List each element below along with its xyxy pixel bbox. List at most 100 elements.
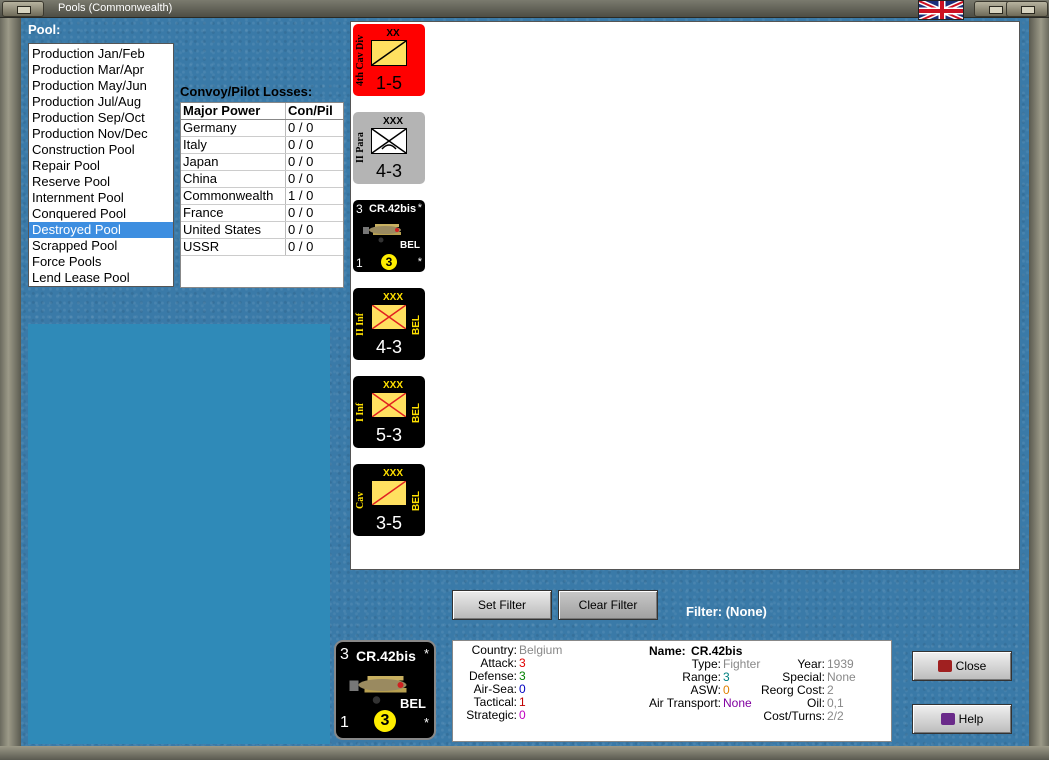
pool-item[interactable]: Force Pools bbox=[29, 254, 173, 270]
unit-strength: 1-5 bbox=[375, 73, 402, 93]
unit-size: XX bbox=[386, 28, 400, 39]
major-power-cell: Italy bbox=[181, 137, 286, 153]
uk-flag-icon bbox=[918, 0, 964, 20]
cavalry-symbol-icon bbox=[371, 40, 407, 66]
unit-counter-ii-para[interactable]: II Para XXX 4-3 bbox=[353, 112, 425, 184]
unit-strength: 4-3 bbox=[375, 337, 402, 357]
detail-key: Strategic: bbox=[466, 708, 517, 722]
title-bar: Pools (Commonwealth) bbox=[0, 0, 1049, 20]
nation-code: BEL bbox=[400, 240, 420, 251]
pool-list[interactable]: Production Jan/Feb Production Mar/Apr Prod… bbox=[28, 43, 174, 287]
unit-counter-cav[interactable]: Cav XXX BEL 3-5 bbox=[353, 464, 425, 536]
major-power-cell: Japan bbox=[181, 154, 286, 170]
frame-right bbox=[1029, 18, 1049, 760]
help-button[interactable]: Help bbox=[912, 704, 1012, 734]
set-filter-button[interactable]: Set Filter bbox=[452, 590, 552, 620]
con-pil-cell: 0 / 0 bbox=[288, 120, 314, 135]
column-header-major-power[interactable]: Major Power bbox=[181, 103, 286, 119]
units-panel[interactable]: 4th Cav Div XX 1-5 II Para XXX 4-3 3 CR.… bbox=[350, 21, 1020, 570]
unit-name-key: Name: bbox=[649, 644, 686, 658]
major-power-cell: USSR bbox=[181, 239, 286, 255]
pool-item[interactable]: Lend Lease Pool bbox=[29, 270, 173, 286]
air-range-badge: 3 bbox=[374, 710, 396, 732]
unit-counter-4th-cav-div[interactable]: 4th Cav Div XX 1-5 bbox=[353, 24, 425, 96]
con-pil-cell: 1 / 0 bbox=[288, 188, 314, 203]
close-label: Close bbox=[955, 659, 987, 673]
pool-item[interactable]: Conquered Pool bbox=[29, 206, 173, 222]
cavalry-symbol-icon bbox=[371, 480, 407, 506]
help-label: Help bbox=[958, 712, 984, 726]
major-power-cell: Germany bbox=[181, 120, 286, 136]
pool-item[interactable]: Repair Pool bbox=[29, 158, 173, 174]
door-icon bbox=[937, 660, 952, 672]
book-icon bbox=[940, 713, 955, 725]
unit-strength: 4-3 bbox=[375, 161, 402, 181]
con-pil-cell: 0 / 0 bbox=[288, 137, 314, 152]
window-menu-button[interactable] bbox=[2, 1, 44, 17]
map-preview-panel bbox=[28, 324, 330, 744]
table-row: United States 0 / 0 bbox=[181, 222, 343, 239]
clear-filter-button[interactable]: Clear Filter bbox=[558, 590, 658, 620]
unit-size: XXX bbox=[382, 380, 403, 391]
star-marker: * bbox=[423, 646, 429, 661]
nation-code: BEL bbox=[400, 696, 426, 711]
unit-size: XXX bbox=[382, 116, 403, 127]
detail-row: Cost/Turns: 2/2 bbox=[743, 709, 844, 723]
air-range-badge: 3 bbox=[381, 254, 397, 270]
pool-item[interactable]: Production Jan/Feb bbox=[29, 46, 173, 62]
table-row: USSR 0 / 0 bbox=[181, 239, 343, 256]
pool-label: Pool: bbox=[28, 22, 61, 37]
unit-strength: 5-3 bbox=[375, 425, 402, 445]
unit-strength: 3-5 bbox=[375, 513, 402, 533]
unit-counter-cr42bis[interactable]: 3 CR.42bis * BEL 1 3 * bbox=[353, 200, 425, 272]
pool-item[interactable]: Reserve Pool bbox=[29, 174, 173, 190]
con-pil-cell: 0 / 0 bbox=[288, 239, 314, 254]
air-bottom-value: 1 bbox=[356, 256, 363, 270]
major-power-cell: Commonwealth bbox=[181, 188, 286, 204]
pool-item[interactable]: Production Sep/Oct bbox=[29, 110, 173, 126]
unit-size: XXX bbox=[382, 292, 403, 303]
pool-item[interactable]: Production May/Jun bbox=[29, 78, 173, 94]
pool-item[interactable]: Scrapped Pool bbox=[29, 238, 173, 254]
table-row: Japan 0 / 0 bbox=[181, 154, 343, 171]
detail-value: 0 bbox=[519, 708, 526, 722]
column-header-con-pil[interactable]: Con/Pil bbox=[286, 103, 343, 119]
close-button[interactable]: Close bbox=[912, 651, 1012, 681]
pool-item[interactable]: Internment Pool bbox=[29, 190, 173, 206]
star-marker: * bbox=[417, 202, 422, 214]
frame-left bbox=[0, 18, 21, 760]
pool-item[interactable]: Production Nov/Dec bbox=[29, 126, 173, 142]
frame-bottom bbox=[0, 746, 1049, 760]
table-header: Major Power Con/Pil bbox=[181, 103, 343, 120]
pool-item[interactable]: Destroyed Pool bbox=[29, 222, 173, 238]
air-top-value: 3 bbox=[340, 646, 349, 663]
major-power-cell: United States bbox=[181, 222, 286, 238]
paratrooper-symbol-icon bbox=[371, 128, 407, 154]
detail-row: Air Transport: None bbox=[603, 697, 752, 710]
detail-key: Air Transport: bbox=[648, 696, 721, 710]
major-power-cell: France bbox=[181, 205, 286, 221]
con-pil-cell: 0 / 0 bbox=[288, 154, 314, 169]
table-row: France 0 / 0 bbox=[181, 205, 343, 222]
air-top-value: 3 bbox=[356, 202, 363, 216]
con-pil-cell: 0 / 0 bbox=[288, 205, 314, 220]
pool-item[interactable]: Construction Pool bbox=[29, 142, 173, 158]
unit-details-panel: Country: Belgium Attack: 3 Defense: 3 Air-Sea:… bbox=[452, 640, 892, 742]
pool-item[interactable]: Production Jul/Aug bbox=[29, 94, 173, 110]
window-title: Pools (Commonwealth) bbox=[58, 2, 173, 14]
convoy-losses-label: Convoy/Pilot Losses: bbox=[180, 84, 313, 99]
detail-row: Strategic: 0 bbox=[455, 708, 526, 722]
unit-counter-i-inf[interactable]: I Inf XXX BEL 5-3 bbox=[353, 376, 425, 448]
detail-key: Cost/Turns: bbox=[763, 709, 825, 723]
table-row: Italy 0 / 0 bbox=[181, 137, 343, 154]
major-power-cell: China bbox=[181, 171, 286, 187]
convoy-losses-table: Major Power Con/Pil Germany 0 / 0 Italy 0 /… bbox=[180, 102, 344, 288]
maximize-button[interactable] bbox=[1006, 1, 1048, 17]
aircraft-name: CR.42bis bbox=[369, 203, 417, 215]
pool-item[interactable]: Production Mar/Apr bbox=[29, 62, 173, 78]
con-pil-cell: 0 / 0 bbox=[288, 222, 314, 237]
unit-counter-ii-inf[interactable]: II Inf XXX BEL 4-3 bbox=[353, 288, 425, 360]
detail-value: 2/2 bbox=[827, 709, 844, 723]
unit-size: XXX bbox=[382, 468, 403, 479]
filter-status: Filter: (None) bbox=[686, 604, 767, 619]
